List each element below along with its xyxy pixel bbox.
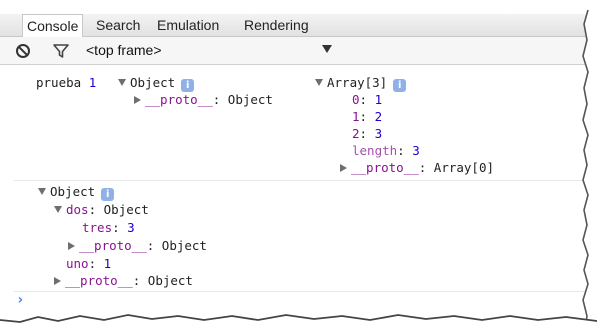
torn-edge-decoration (0, 0, 597, 329)
